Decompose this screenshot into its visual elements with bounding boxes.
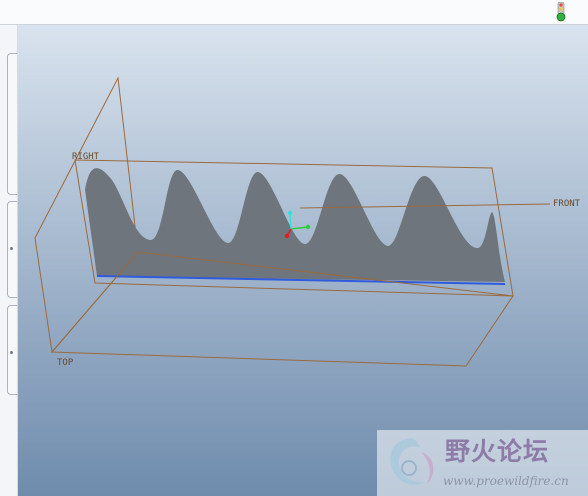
side-tab-lower[interactable] xyxy=(7,305,17,395)
forum-watermark: 野火论坛 www.proewildfire.cn xyxy=(377,430,588,496)
watermark-url: www.proewildfire.cn xyxy=(443,474,569,488)
graphics-viewport[interactable]: RIGHT FRONT TOP xyxy=(18,25,588,496)
plane-label-right: RIGHT xyxy=(72,152,100,162)
plane-label-front: FRONT xyxy=(553,199,581,209)
model-view[interactable]: RIGHT FRONT TOP xyxy=(18,25,588,496)
plane-label-top: TOP xyxy=(57,358,74,368)
flame-logo-icon xyxy=(390,438,434,485)
side-tab-grip xyxy=(10,247,13,250)
side-tab-grip xyxy=(10,351,13,354)
model-wavy-surface[interactable] xyxy=(85,168,505,282)
top-toolbar xyxy=(0,0,588,25)
side-tab-upper[interactable] xyxy=(7,53,17,195)
side-panel xyxy=(0,25,18,496)
traffic-light-icon[interactable] xyxy=(554,2,568,22)
side-tab-middle[interactable] xyxy=(7,201,17,298)
watermark-title: 野火论坛 xyxy=(445,437,550,466)
